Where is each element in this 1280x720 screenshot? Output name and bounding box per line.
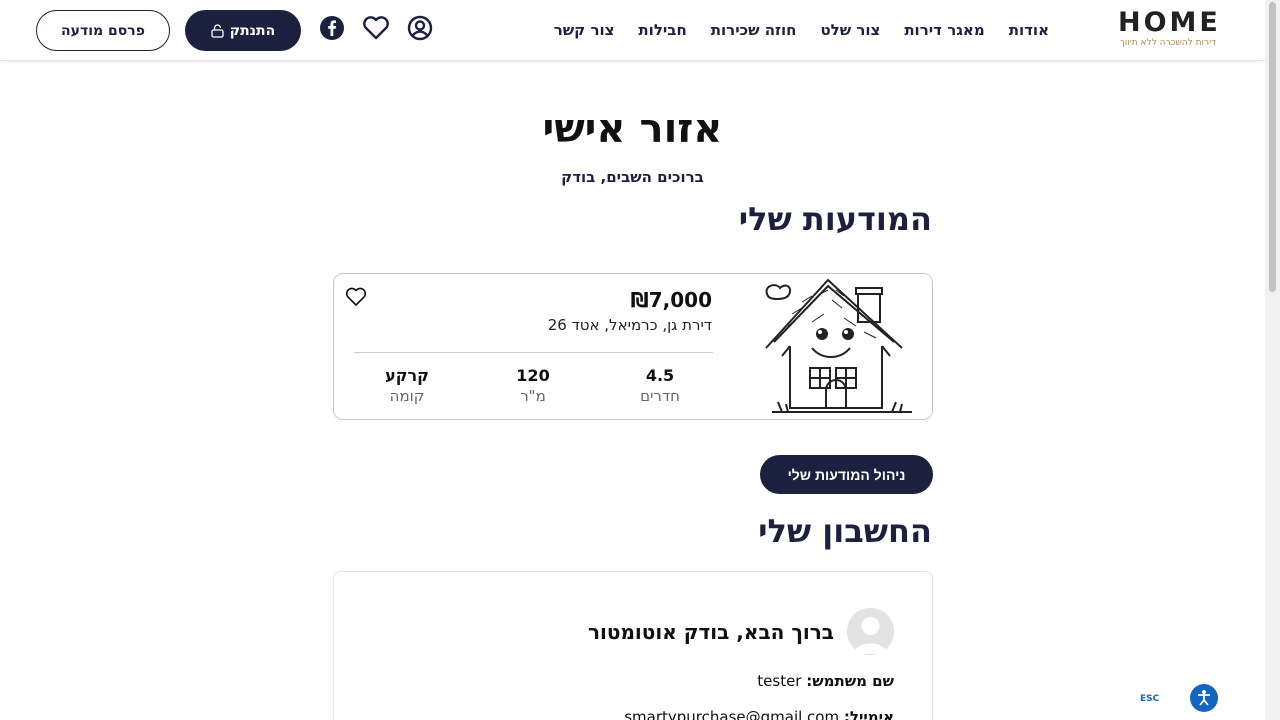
floor-label: קומה <box>389 387 425 405</box>
my-account-heading: החשבון שלי <box>758 512 932 550</box>
publish-ad-button[interactable]: פרסם מודעה <box>36 10 170 51</box>
account-welcome: ברוך הבא, בודק אוטומטור <box>587 620 834 644</box>
page-title: אזור אישי <box>542 106 723 152</box>
welcome-back-text: ברוכים השבים, בודק <box>561 168 704 186</box>
favorite-heart-icon[interactable] <box>345 286 367 308</box>
accessibility-esc-label[interactable]: ESC <box>1140 694 1159 704</box>
username-row: שם משתמש: tester <box>757 672 894 690</box>
nav-contact[interactable]: צור קשר <box>554 18 615 42</box>
main-nav: אודות מאגר דירות צור שלט חוזה שכירות חבי… <box>530 18 1049 42</box>
nav-create-sign[interactable]: צור שלט <box>820 18 880 42</box>
nav-about[interactable]: אודות <box>1009 18 1049 42</box>
nav-packages[interactable]: חבילות <box>638 18 686 42</box>
logo-wordmark: HOME <box>1118 7 1221 38</box>
stat-rooms: 4.5 חדרים <box>615 366 705 405</box>
logo-tagline: דירות להשכרה ללא תיווך <box>1120 38 1216 48</box>
my-ads-heading: המודעות שלי <box>738 200 932 238</box>
logout-button[interactable]: התנתק <box>185 10 301 51</box>
accessibility-icon[interactable] <box>1190 684 1218 712</box>
unlock-icon <box>211 23 224 38</box>
site-logo[interactable]: HOME דירות להשכרה ללא תיווך <box>1118 8 1226 54</box>
nav-rental-contract[interactable]: חוזה שכירות <box>711 18 797 42</box>
site-header: HOME דירות להשכרה ללא תיווך אודות מאגר ד… <box>0 0 1265 61</box>
page-scrollbar[interactable] <box>1265 0 1280 720</box>
floor-value: קרקע <box>385 366 429 385</box>
username-value: tester <box>757 672 802 690</box>
favorites-heart-icon[interactable] <box>362 14 390 42</box>
size-label: מ"ר <box>520 387 546 405</box>
rooms-label: חדרים <box>640 387 680 405</box>
stat-size: 120 מ"ר <box>488 366 578 405</box>
listing-card[interactable]: ₪7,000 דירת גן, כרמיאל, אטד 26 4.5 חדרים… <box>333 273 933 420</box>
listing-image-house <box>732 274 932 419</box>
logout-label: התנתק <box>229 22 276 39</box>
scrollbar-thumb[interactable] <box>1269 2 1276 292</box>
email-row: אימייל: smartypurchase@gmail.com <box>624 708 894 720</box>
user-profile-icon[interactable] <box>406 14 434 42</box>
card-divider <box>354 352 713 353</box>
listing-address: דירת גן, כרמיאל, אטד 26 <box>547 316 712 334</box>
listing-price: ₪7,000 <box>630 288 712 312</box>
email-value: smartypurchase@gmail.com <box>624 708 840 720</box>
email-label: אימייל: <box>843 708 894 720</box>
nav-apartments[interactable]: מאגר דירות <box>904 18 984 42</box>
account-card: ברוך הבא, בודק אוטומטור שם משתמש: tester… <box>333 571 933 720</box>
rooms-value: 4.5 <box>645 366 675 385</box>
stat-floor: קרקע קומה <box>362 366 452 405</box>
avatar <box>847 608 894 655</box>
facebook-icon[interactable] <box>318 14 346 42</box>
username-label: שם משתמש: <box>806 672 894 690</box>
size-value: 120 <box>516 366 550 385</box>
manage-my-ads-button[interactable]: ניהול המודעות שלי <box>760 455 933 494</box>
